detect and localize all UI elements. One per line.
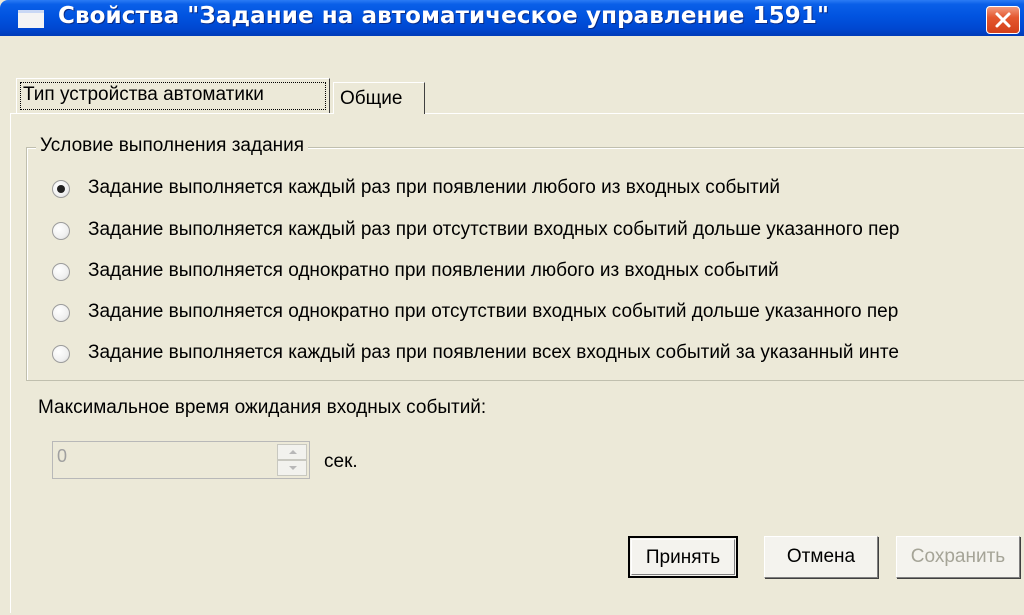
accept-button-label: Принять [631, 539, 735, 575]
accept-button[interactable]: Принять [628, 536, 738, 578]
radio-label: Задание выполняется каждый раз при отсут… [88, 219, 900, 240]
stepper-buttons [277, 444, 307, 476]
arrow-down-icon [289, 466, 297, 470]
close-icon [995, 12, 1011, 28]
stepper-up-button[interactable] [277, 444, 307, 460]
timeout-input[interactable] [57, 446, 257, 467]
condition-group-legend: Условие выполнения задания [36, 135, 309, 157]
timeout-unit: сек. [324, 451, 358, 472]
arrow-up-icon [289, 450, 297, 454]
radio-button[interactable] [52, 345, 70, 363]
tab-general[interactable]: Общие [333, 82, 425, 114]
stepper-down-button[interactable] [277, 460, 307, 476]
radio-button[interactable] [52, 222, 70, 240]
radio-button[interactable] [52, 263, 70, 281]
timeout-label: Максимальное время ожидания входных собы… [38, 397, 487, 418]
save-button[interactable]: Сохранить [896, 536, 1020, 578]
window-icon [18, 10, 44, 28]
tab-device-type[interactable]: Тип устройства автоматики [16, 78, 330, 113]
radio-button[interactable] [52, 180, 70, 198]
properties-dialog: Свойства "Задание на автоматическое упра… [0, 0, 1024, 615]
title-bar[interactable]: Свойства "Задание на автоматическое упра… [0, 0, 1024, 36]
window-title: Свойства "Задание на автоматическое упра… [58, 3, 830, 29]
radio-label: Задание выполняется однократно при появл… [88, 260, 779, 281]
tab-general-label: Общие [340, 88, 403, 109]
close-button[interactable] [986, 6, 1020, 34]
radio-label: Задание выполняется каждый раз при появл… [88, 177, 780, 198]
radio-button[interactable] [52, 304, 70, 322]
radio-label: Задание выполняется каждый раз при появл… [88, 342, 899, 363]
cancel-button[interactable]: Отмена [764, 536, 878, 578]
radio-label: Задание выполняется однократно при отсут… [88, 301, 899, 322]
tab-device-type-label: Тип устройства автоматики [23, 84, 264, 105]
timeout-stepper[interactable] [52, 441, 310, 479]
